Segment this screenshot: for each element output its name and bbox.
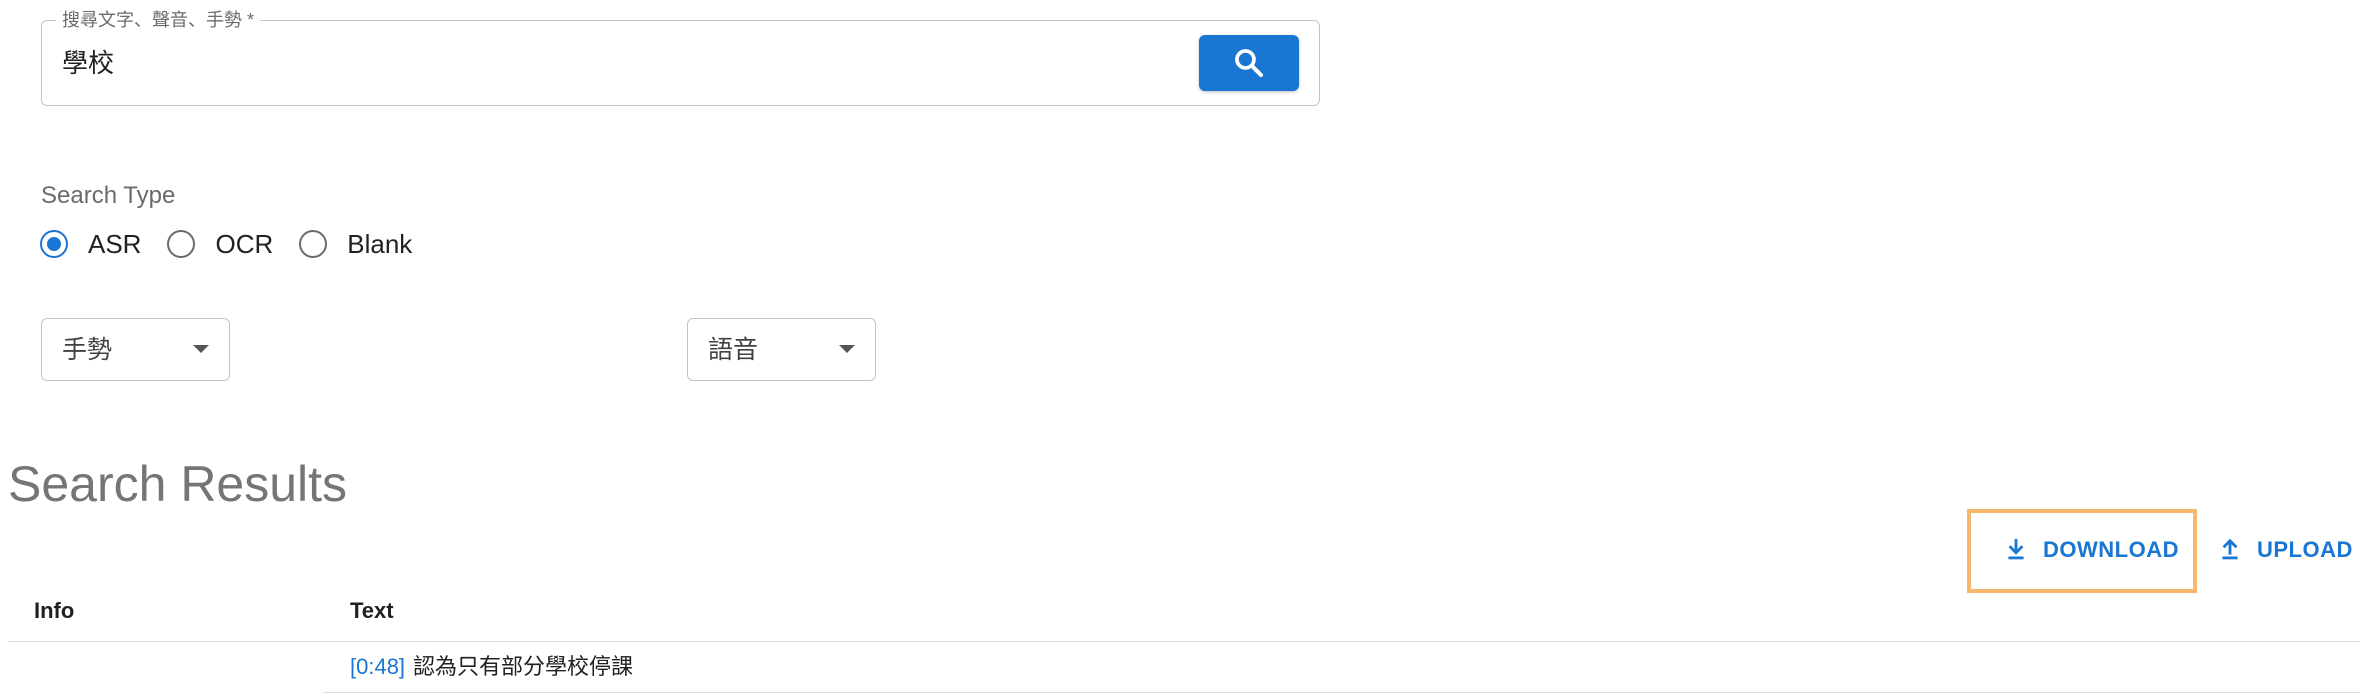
caret-down-icon xyxy=(193,345,209,353)
row-divider xyxy=(323,692,2360,693)
search-type-label: Search Type xyxy=(41,182,176,209)
radio-selected-dot xyxy=(47,237,61,251)
upload-label: UPLOAD xyxy=(2257,537,2353,562)
upload-button[interactable]: UPLOAD xyxy=(2217,537,2353,563)
download-icon xyxy=(2008,538,2024,560)
search-input[interactable]: 學校 xyxy=(62,47,114,79)
row-text-cell: [0:48] 認為只有部分學校停課 xyxy=(350,654,633,680)
radio-asr-circle[interactable] xyxy=(40,230,68,258)
caret-down-icon xyxy=(839,345,855,353)
row-timestamp-link[interactable]: [0:48] xyxy=(350,654,405,679)
upload-icon xyxy=(2222,538,2238,560)
row-transcript-text: 認為只有部分學校停課 xyxy=(413,654,634,679)
radio-asr[interactable]: ASR xyxy=(40,228,141,260)
gesture-select-value: 手勢 xyxy=(62,336,113,364)
search-results-title: Search Results xyxy=(8,456,348,512)
search-type-radio-group: ASR OCR Blank xyxy=(40,228,438,260)
column-header-info[interactable]: Info xyxy=(34,598,74,624)
radio-blank-circle[interactable] xyxy=(299,230,328,258)
download-button[interactable]: DOWNLOAD xyxy=(2003,537,2179,563)
gesture-select[interactable]: 手勢 xyxy=(41,318,230,381)
speech-select-value: 語音 xyxy=(708,336,759,364)
column-header-text[interactable]: Text xyxy=(350,598,394,624)
speech-select[interactable]: 語音 xyxy=(687,318,876,381)
results-table: Info Text [0:48] 認為只有部分學校停課 xyxy=(8,580,2360,698)
search-icon xyxy=(1235,49,1264,78)
search-field[interactable]: 搜尋文字、聲音、手勢 * 學校 xyxy=(41,10,1320,106)
download-label: DOWNLOAD xyxy=(2043,537,2179,562)
radio-asr-label: ASR xyxy=(88,229,142,259)
search-field-label: 搜尋文字、聲音、手勢 * xyxy=(56,10,261,30)
table-header-row: Info Text xyxy=(8,580,2360,642)
page: 搜尋文字、聲音、手勢 * 學校 Search Type ASR OCR Blan… xyxy=(0,0,2376,698)
radio-ocr[interactable]: OCR xyxy=(167,228,273,260)
search-button[interactable] xyxy=(1199,35,1299,91)
radio-blank[interactable]: Blank xyxy=(299,228,412,260)
table-row: [0:48] 認為只有部分學校停課 xyxy=(8,642,2360,698)
radio-ocr-circle[interactable] xyxy=(167,230,196,258)
radio-blank-label: Blank xyxy=(347,229,413,259)
radio-ocr-label: OCR xyxy=(215,229,274,259)
